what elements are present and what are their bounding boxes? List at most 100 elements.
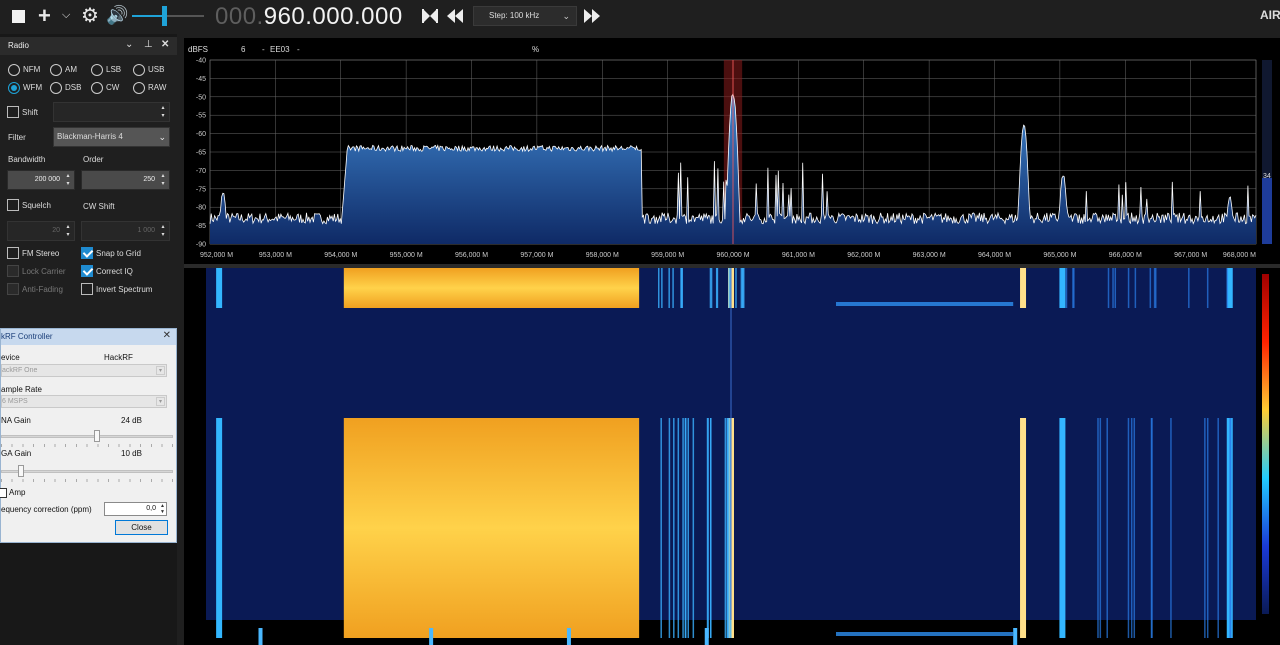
mode-radio-dsb[interactable]: DSB	[50, 82, 81, 96]
checkbox-box[interactable]	[7, 247, 19, 259]
radio-dot[interactable]	[8, 64, 20, 76]
mode-radio-am[interactable]: AM	[50, 64, 77, 78]
device-label: evice	[1, 353, 20, 362]
spin-arrows-icon[interactable]: ▴ ▾	[64, 172, 72, 188]
slider-knob[interactable]	[17, 465, 24, 477]
rewind-icon[interactable]	[446, 8, 464, 24]
waterfall-sweep	[836, 302, 1014, 306]
radio-dot[interactable]	[133, 64, 145, 76]
sample-rate-label: ample Rate	[1, 385, 42, 394]
step-select[interactable]: Step: 100 kHz ⌄	[473, 6, 577, 26]
frequency-correction-value: 0,0	[146, 505, 156, 512]
filter-select[interactable]: Blackman-Harris 4 ⌄	[53, 127, 170, 147]
checkbox-box[interactable]	[81, 265, 93, 277]
chevron-down-icon[interactable]: ⌵	[62, 9, 70, 22]
close-icon[interactable]: ✕	[163, 330, 171, 341]
dialog-titlebar[interactable]: kRF Controller ✕	[1, 329, 176, 345]
lock-carrier-checkbox[interactable]: Lock Carrier	[7, 265, 66, 279]
checkbox-box[interactable]	[81, 247, 93, 259]
waterfall-spur	[687, 418, 689, 638]
pin-icon[interactable]: ⊥	[144, 39, 153, 50]
mode-radio-cw[interactable]: CW	[91, 82, 119, 96]
frequency-digits[interactable]: 960.000.000	[264, 3, 403, 30]
spectrum-chart[interactable]: dBFS 6 - EE03 - % -40-45-50-55-60-65-70-…	[184, 38, 1280, 264]
waterfall-sweep	[836, 632, 1014, 636]
checkbox-box[interactable]	[0, 488, 7, 498]
radio-dot[interactable]	[133, 82, 145, 94]
brand-logo: AIR	[1260, 8, 1280, 22]
lna-gain-slider[interactable]	[1, 430, 173, 447]
checkbox-box[interactable]	[7, 265, 19, 277]
spin-arrows-icon[interactable]: ▲ ▼	[160, 503, 165, 515]
waterfall-spur	[672, 268, 674, 308]
mode-radio-wfm[interactable]: WFM	[8, 82, 42, 96]
radio-dot[interactable]	[50, 82, 62, 94]
shift-input[interactable]: ▴ ▾	[53, 102, 170, 122]
close-icon[interactable]: ✕	[161, 39, 169, 50]
checkbox-box[interactable]	[7, 106, 19, 118]
add-button[interactable]: +	[38, 4, 51, 28]
frequency-leading-digits[interactable]: 000.	[215, 3, 264, 30]
mode-radio-usb[interactable]: USB	[133, 64, 164, 78]
squelch-input[interactable]: 20 ▴ ▾	[7, 221, 75, 241]
cw-shift-input[interactable]: 1 000 ▴ ▾	[81, 221, 170, 241]
order-input[interactable]: 250 ▴ ▾	[81, 170, 170, 190]
sample-rate-select[interactable]: 6 MSPS ▾	[1, 395, 167, 408]
fast-forward-icon[interactable]	[583, 8, 601, 24]
checkbox-box[interactable]	[81, 283, 93, 295]
amp-checkbox[interactable]: Amp	[0, 488, 25, 498]
mode-radio-lsb[interactable]: LSB	[91, 64, 121, 78]
frequency-correction-input[interactable]: 0,0 ▲ ▼	[104, 502, 167, 516]
slider-ticks	[1, 444, 173, 447]
mode-radio-nfm[interactable]: NFM	[8, 64, 40, 78]
spin-arrows-icon[interactable]: ▴ ▾	[159, 172, 167, 188]
spin-arrows-icon[interactable]: ▴ ▾	[159, 104, 167, 120]
mode-label: NFM	[23, 65, 41, 74]
waterfall-spur	[728, 418, 730, 638]
fm-stereo-checkbox[interactable]: FM Stereo	[7, 247, 59, 261]
spin-arrows-icon[interactable]: ▴ ▾	[64, 223, 72, 239]
snap-to-grid-checkbox[interactable]: Snap to Grid	[81, 247, 141, 261]
radio-dot[interactable]	[50, 64, 62, 76]
y-tick-label: -50	[196, 94, 206, 101]
frequency-display[interactable]: 000.960.000.000	[215, 2, 403, 32]
slider-knob[interactable]	[93, 430, 100, 442]
checkbox-box[interactable]	[7, 199, 19, 211]
close-button[interactable]: Close	[115, 520, 168, 535]
volume-slider[interactable]	[132, 4, 204, 28]
squelch-checkbox[interactable]: Squelch	[7, 199, 51, 213]
mode-radio-raw[interactable]: RAW	[133, 82, 166, 96]
spin-arrows-icon[interactable]: ▴ ▾	[159, 223, 167, 239]
waterfall-spur	[1149, 268, 1152, 308]
device-select-value: ackRF One	[2, 367, 38, 374]
gear-icon[interactable]: ⚙	[81, 4, 99, 28]
anti-fading-checkbox[interactable]: Anti-Fading	[7, 283, 63, 297]
cw-shift-label: CW Shift	[83, 202, 115, 211]
radio-panel-header[interactable]: Radio ⌄ ⊥ ✕	[0, 37, 177, 55]
invert-spectrum-checkbox[interactable]: Invert Spectrum	[81, 283, 152, 297]
waterfall-panel[interactable]	[184, 268, 1280, 645]
checkbox-box[interactable]	[7, 283, 19, 295]
radio-dot[interactable]	[8, 82, 20, 94]
waterfall-spur	[741, 268, 744, 308]
chevron-down-icon[interactable]: ⌄	[125, 39, 133, 50]
volume-knob[interactable]	[162, 6, 168, 26]
waterfall-spur	[709, 418, 712, 638]
stop-button[interactable]	[12, 10, 25, 23]
radio-dot[interactable]	[91, 82, 103, 94]
percent-label: %	[532, 45, 539, 54]
vga-gain-slider[interactable]	[1, 465, 173, 482]
waterfall-spur	[668, 268, 670, 308]
device-select[interactable]: ackRF One ▾	[1, 364, 167, 377]
waterfall-spur	[1072, 268, 1074, 308]
waterfall-signal-tail	[566, 628, 571, 645]
spectrum-panel[interactable]: dBFS 6 - EE03 - % -40 -45 -50 -55 -60 -65 -70-…	[184, 38, 1280, 264]
tune-center-icon[interactable]	[421, 8, 439, 24]
chevron-down-icon: ▾	[156, 366, 165, 375]
speaker-icon[interactable]: 🔊	[106, 3, 128, 27]
radio-dot[interactable]	[91, 64, 103, 76]
correct-iq-checkbox[interactable]: Correct IQ	[81, 265, 133, 279]
bandwidth-input[interactable]: 200 000 ▴ ▾	[7, 170, 75, 190]
waterfall-display[interactable]	[184, 268, 1280, 645]
shift-checkbox[interactable]: Shift	[7, 106, 38, 120]
